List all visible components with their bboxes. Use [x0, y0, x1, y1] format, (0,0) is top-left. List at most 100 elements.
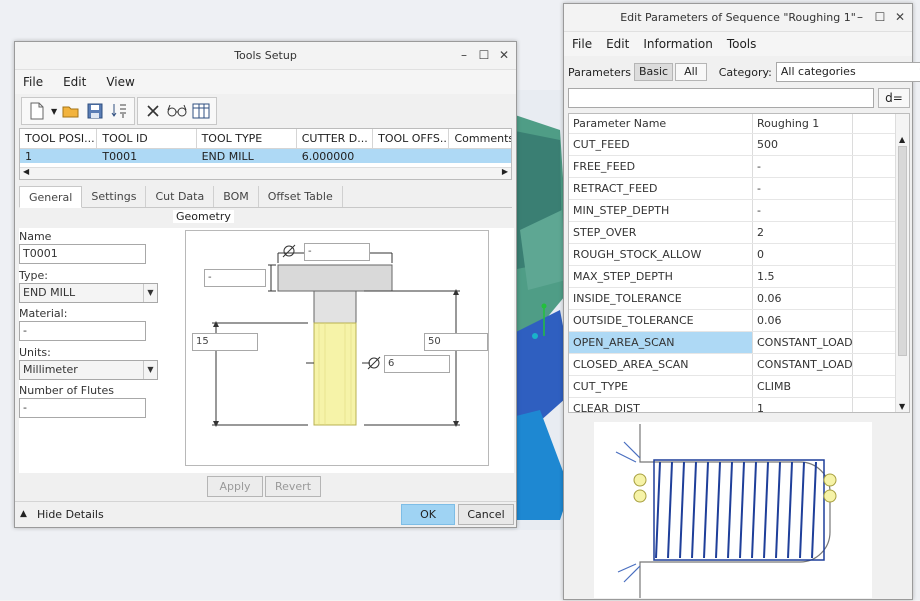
vertical-scrollbar[interactable]: ▲ ▼: [895, 114, 909, 412]
chevron-down-icon[interactable]: ▼: [51, 107, 57, 116]
cancel-button[interactable]: Cancel: [458, 504, 514, 525]
cutter-diameter-input[interactable]: 6: [384, 355, 450, 373]
col-roughing-1[interactable]: Roughing 1: [753, 114, 853, 133]
chevron-down-icon[interactable]: ▼: [143, 361, 157, 379]
table-row[interactable]: INSIDE_TOLERANCE0.06: [569, 288, 909, 310]
tab-cut-data[interactable]: Cut Data: [146, 186, 214, 207]
preview-glasses-icon[interactable]: [167, 101, 187, 121]
tab-general[interactable]: General: [19, 186, 82, 208]
scroll-up-icon[interactable]: ▲: [899, 135, 905, 144]
menu-edit[interactable]: Edit: [63, 75, 86, 89]
new-tool-icon[interactable]: [27, 101, 47, 121]
ok-button[interactable]: OK: [401, 504, 455, 525]
edit-parameters-window[interactable]: Edit Parameters of Sequence "Roughing 1"…: [563, 3, 913, 600]
parameter-value-cell[interactable]: -: [753, 178, 853, 199]
scroll-left-icon[interactable]: ◀: [23, 167, 29, 176]
name-label: Name: [19, 230, 51, 243]
maximize-icon[interactable]: ☐: [478, 48, 490, 62]
sort-tools-icon[interactable]: [109, 101, 129, 121]
menu-information[interactable]: Information: [643, 37, 712, 51]
length-input-left[interactable]: 15: [192, 333, 258, 351]
menu-edit[interactable]: Edit: [606, 37, 629, 51]
table-row[interactable]: MIN_STEP_DEPTH-: [569, 200, 909, 222]
parameter-table[interactable]: Parameter Name Roughing 1 CUT_FEED500FRE…: [568, 113, 910, 413]
minimize-icon[interactable]: –: [854, 10, 866, 24]
close-icon[interactable]: ✕: [894, 10, 906, 24]
revert-button[interactable]: Revert: [265, 476, 321, 497]
parameter-value-cell[interactable]: -: [753, 200, 853, 221]
tools-titlebar[interactable]: Tools Setup – ☐ ✕: [15, 42, 516, 70]
parameter-value-cell[interactable]: 0.06: [753, 310, 853, 331]
tool-table[interactable]: TOOL POSI... TOOL ID TOOL TYPE CUTTER D.…: [19, 128, 512, 180]
col-tool-id[interactable]: TOOL ID: [97, 129, 196, 149]
length-input-right[interactable]: 50: [424, 333, 488, 351]
menu-file[interactable]: File: [572, 37, 592, 51]
table-row[interactable]: CLOSED_AREA_SCANCONSTANT_LOAD: [569, 354, 909, 376]
hide-details-link[interactable]: Hide Details: [37, 508, 104, 521]
material-input[interactable]: -: [19, 321, 146, 341]
top-diameter-input[interactable]: -: [304, 243, 370, 261]
params-titlebar[interactable]: Edit Parameters of Sequence "Roughing 1"…: [564, 4, 912, 32]
col-tool-type[interactable]: TOOL TYPE: [197, 129, 297, 149]
col-cutter-diameter[interactable]: CUTTER D...: [297, 129, 373, 149]
parameter-value-cell[interactable]: 0.06: [753, 288, 853, 309]
table-row[interactable]: MAX_STEP_DEPTH1.5: [569, 266, 909, 288]
parameter-value-cell[interactable]: CONSTANT_LOAD: [753, 354, 853, 375]
parameter-value-cell[interactable]: CONSTANT_LOAD: [753, 332, 853, 353]
parameter-value-cell[interactable]: CLIMB: [753, 376, 853, 397]
table-row[interactable]: CUT_FEED500: [569, 134, 909, 156]
horizontal-scrollbar[interactable]: ◀ ▶: [20, 167, 511, 179]
tab-offset-table[interactable]: Offset Table: [259, 186, 343, 207]
category-select[interactable]: All categories ▼: [776, 62, 920, 82]
table-row[interactable]: CUT_TYPECLIMB: [569, 376, 909, 398]
collapse-icon[interactable]: ▲: [20, 509, 27, 519]
head-height-input[interactable]: -: [204, 269, 266, 287]
table-row[interactable]: RETRACT_FEED-: [569, 178, 909, 200]
chevron-down-icon[interactable]: ▼: [143, 284, 157, 302]
type-select[interactable]: END MILL ▼: [19, 283, 158, 303]
menu-tools[interactable]: Tools: [727, 37, 757, 51]
search-input[interactable]: [568, 88, 874, 108]
close-icon[interactable]: ✕: [498, 48, 510, 62]
tab-bom[interactable]: BOM: [214, 186, 259, 207]
table-row[interactable]: FREE_FEED-: [569, 156, 909, 178]
parameter-value-cell[interactable]: 500: [753, 134, 853, 155]
col-comments[interactable]: Comments: [449, 129, 511, 149]
table-row[interactable]: ROUGH_STOCK_ALLOW0: [569, 244, 909, 266]
col-tool-position[interactable]: TOOL POSI...: [20, 129, 97, 149]
parameter-value-cell[interactable]: 2: [753, 222, 853, 243]
scroll-right-icon[interactable]: ▶: [502, 167, 508, 176]
units-select[interactable]: Millimeter ▼: [19, 360, 158, 380]
scrollbar-thumb[interactable]: [898, 146, 907, 356]
save-icon[interactable]: [85, 101, 105, 121]
col-tool-offset[interactable]: TOOL OFFS...: [373, 129, 449, 149]
parameter-value-cell[interactable]: 1.5: [753, 266, 853, 287]
menu-file[interactable]: File: [23, 75, 43, 89]
apply-button[interactable]: Apply: [207, 476, 263, 497]
col-parameter-name[interactable]: Parameter Name: [569, 114, 753, 133]
table-row[interactable]: CLEAR_DIST1: [569, 398, 909, 413]
scroll-down-icon[interactable]: ▼: [899, 402, 905, 411]
tab-settings[interactable]: Settings: [82, 186, 146, 207]
parameter-name-cell: MAX_STEP_DEPTH: [569, 266, 753, 287]
formula-button[interactable]: d=: [878, 88, 910, 108]
parameter-value-cell[interactable]: -: [753, 156, 853, 177]
table-row[interactable]: OUTSIDE_TOLERANCE0.06: [569, 310, 909, 332]
table-row[interactable]: OPEN_AREA_SCANCONSTANT_LOAD: [569, 332, 909, 354]
parameter-name-cell: MIN_STEP_DEPTH: [569, 200, 753, 221]
parameter-value-cell[interactable]: 1: [753, 398, 853, 413]
columns-icon[interactable]: [191, 101, 211, 121]
menu-view[interactable]: View: [106, 75, 134, 89]
tools-setup-window[interactable]: Tools Setup – ☐ ✕ File Edit View ▼: [14, 41, 517, 528]
table-row[interactable]: 1 T0001 END MILL 6.000000: [20, 149, 511, 163]
open-folder-icon[interactable]: [61, 101, 81, 121]
all-toggle[interactable]: All: [675, 63, 707, 81]
maximize-icon[interactable]: ☐: [874, 10, 886, 24]
parameter-value-cell[interactable]: 0: [753, 244, 853, 265]
name-input[interactable]: T0001: [19, 244, 146, 264]
delete-icon[interactable]: [143, 101, 163, 121]
basic-toggle[interactable]: Basic: [634, 63, 673, 81]
minimize-icon[interactable]: –: [458, 48, 470, 62]
flutes-input[interactable]: -: [19, 398, 146, 418]
table-row[interactable]: STEP_OVER2: [569, 222, 909, 244]
